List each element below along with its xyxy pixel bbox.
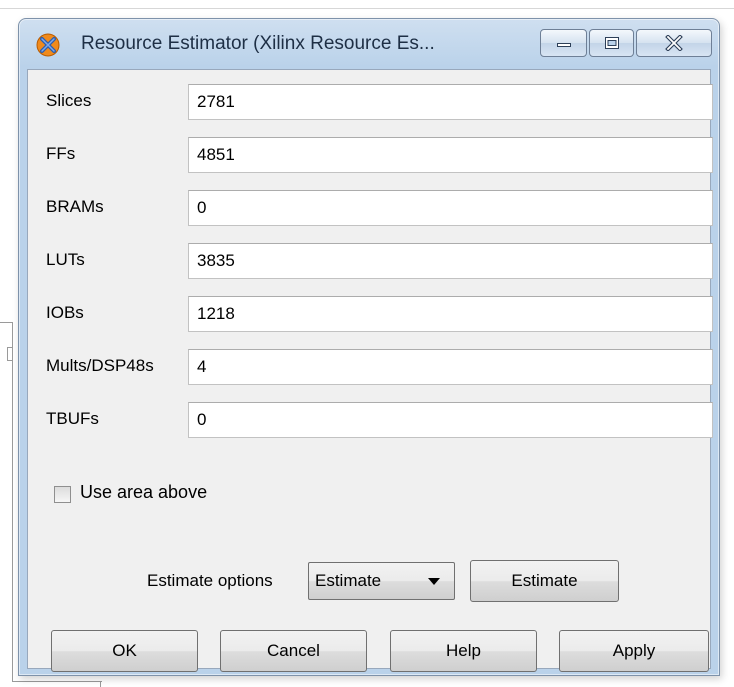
- estimate-options-dropdown[interactable]: Estimate: [308, 562, 455, 600]
- close-button[interactable]: [636, 29, 712, 57]
- use-area-label[interactable]: Use area above: [80, 482, 207, 503]
- label-tbufs: TBUFs: [46, 409, 99, 428]
- minimize-button[interactable]: [540, 29, 587, 57]
- luts-input[interactable]: 3835: [188, 243, 713, 279]
- mults-dsp48s-input[interactable]: 4: [188, 349, 713, 385]
- background-line: [12, 322, 13, 682]
- maximize-icon: [604, 37, 619, 49]
- label-mults-dsp48s: Mults/DSP48s: [46, 356, 154, 375]
- use-area-checkbox[interactable]: [54, 486, 71, 503]
- background-tick: [7, 347, 12, 361]
- label-ffs: FFs: [46, 144, 76, 163]
- background-line: [0, 8, 734, 9]
- maximize-button[interactable]: [589, 29, 634, 57]
- resource-estimator-window: Resource Estimator (Xilinx Resource Es..…: [18, 18, 720, 676]
- window-title: Resource Estimator (Xilinx Resource Es..…: [81, 33, 435, 54]
- title-bar[interactable]: Resource Estimator (Xilinx Resource Es..…: [19, 19, 719, 69]
- minimize-icon: [556, 43, 571, 47]
- tbufs-input[interactable]: 0: [188, 402, 713, 438]
- close-icon: [665, 35, 683, 51]
- dropdown-arrow-icon: [428, 578, 440, 585]
- estimate-options-selected: Estimate: [315, 571, 382, 590]
- label-slices: Slices: [46, 91, 92, 110]
- dialog-body: Slices 2781 FFs 4851 BRAMs 0 LUTs 3835 I…: [27, 69, 713, 672]
- background-line: [12, 681, 102, 682]
- label-luts: LUTs: [46, 250, 85, 269]
- background-line: [100, 681, 101, 687]
- cancel-button[interactable]: Cancel: [220, 630, 367, 672]
- estimate-options-label: Estimate options: [147, 571, 273, 590]
- brams-input[interactable]: 0: [188, 190, 713, 226]
- iobs-input[interactable]: 1218: [188, 296, 713, 332]
- ffs-input[interactable]: 4851: [188, 137, 713, 173]
- xilinx-app-icon: [36, 33, 60, 57]
- help-button[interactable]: Help: [390, 630, 537, 672]
- estimate-button[interactable]: Estimate: [470, 560, 619, 602]
- label-brams: BRAMs: [46, 197, 104, 216]
- slices-input[interactable]: 2781: [188, 84, 713, 120]
- label-iobs: IOBs: [46, 303, 84, 322]
- ok-button[interactable]: OK: [51, 630, 198, 672]
- apply-button[interactable]: Apply: [559, 630, 709, 672]
